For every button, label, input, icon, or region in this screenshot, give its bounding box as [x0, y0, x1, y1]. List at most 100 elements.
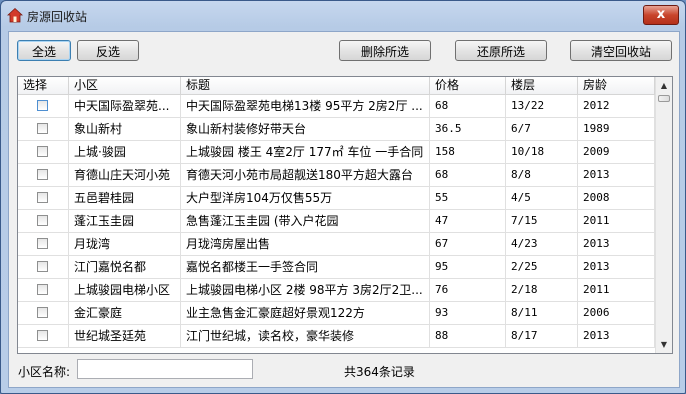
invert-selection-button[interactable]: 反选	[77, 40, 139, 61]
select-cell[interactable]	[18, 141, 69, 163]
scroll-up-icon[interactable]: ▲	[656, 77, 672, 94]
select-cell[interactable]	[18, 256, 69, 278]
cell-community: 江门嘉悦名都	[69, 256, 181, 278]
select-cell[interactable]	[18, 302, 69, 324]
cell-age: 2013	[578, 233, 655, 255]
column-header-age[interactable]: 房龄	[578, 77, 655, 94]
title-bar[interactable]: 房源回收站 x	[1, 1, 685, 29]
window-title: 房源回收站	[27, 10, 88, 24]
delete-selected-button[interactable]: 删除所选	[339, 40, 431, 61]
cell-floor: 2/18	[506, 279, 578, 301]
cell-floor: 2/25	[506, 256, 578, 278]
cell-age: 2006	[578, 302, 655, 324]
cell-price: 68	[430, 164, 506, 186]
row-checkbox[interactable]	[37, 261, 48, 272]
cell-age: 2013	[578, 164, 655, 186]
cell-floor: 8/11	[506, 302, 578, 324]
close-icon: x	[656, 7, 666, 22]
cell-floor: 13/22	[506, 95, 578, 117]
client-area: 全选 反选 删除所选 还原所选 清空回收站 选择 小区 标题 价格 楼层 房龄 …	[8, 31, 680, 388]
cell-community: 金汇豪庭	[69, 302, 181, 324]
select-cell[interactable]	[18, 325, 69, 347]
select-cell[interactable]	[18, 118, 69, 140]
row-checkbox[interactable]	[37, 100, 48, 111]
grid-header: 选择 小区 标题 价格 楼层 房龄	[18, 77, 655, 95]
restore-selected-button[interactable]: 还原所选	[455, 40, 547, 61]
row-checkbox[interactable]	[37, 123, 48, 134]
cell-community: 象山新村	[69, 118, 181, 140]
community-search-label: 小区名称:	[18, 365, 71, 379]
table-row[interactable]: 世纪城圣廷苑 江门世纪城，读名校，豪华装修 88 8/17 2013	[18, 325, 655, 348]
scroll-down-icon[interactable]: ▼	[656, 336, 672, 353]
column-header-floor[interactable]: 楼层	[506, 77, 578, 94]
row-checkbox[interactable]	[37, 192, 48, 203]
cell-age: 2009	[578, 141, 655, 163]
column-header-community[interactable]: 小区	[69, 77, 181, 94]
table-row[interactable]: 金汇豪庭 业主急售金汇豪庭超好景观122方 93 8/11 2006	[18, 302, 655, 325]
cell-community: 五邑碧桂园	[69, 187, 181, 209]
vertical-scrollbar[interactable]: ▲ ▼	[655, 77, 672, 353]
table-row[interactable]: 江门嘉悦名都 嘉悦名都楼王一手签合同 95 2/25 2013	[18, 256, 655, 279]
select-cell[interactable]	[18, 187, 69, 209]
row-checkbox[interactable]	[37, 146, 48, 157]
house-list-grid[interactable]: 选择 小区 标题 价格 楼层 房龄 中天国际盈翠苑... 中天国际盈翠苑电梯13楼…	[17, 76, 673, 354]
cell-floor: 4/5	[506, 187, 578, 209]
cell-community: 月珑湾	[69, 233, 181, 255]
row-checkbox[interactable]	[37, 284, 48, 295]
row-checkbox[interactable]	[37, 215, 48, 226]
cell-price: 67	[430, 233, 506, 255]
cell-price: 36.5	[430, 118, 506, 140]
table-row[interactable]: 月珑湾 月珑湾房屋出售 67 4/23 2013	[18, 233, 655, 256]
column-header-price[interactable]: 价格	[430, 77, 506, 94]
table-row[interactable]: 中天国际盈翠苑... 中天国际盈翠苑电梯13楼 95平方 2房2厅 ... 68 13…	[18, 95, 655, 118]
cell-floor: 6/7	[506, 118, 578, 140]
cell-title: 月珑湾房屋出售	[181, 233, 430, 255]
cell-price: 95	[430, 256, 506, 278]
cell-price: 68	[430, 95, 506, 117]
scroll-thumb[interactable]	[658, 95, 670, 102]
column-header-select[interactable]: 选择	[18, 77, 69, 94]
cell-age: 2012	[578, 95, 655, 117]
cell-age: 2011	[578, 210, 655, 232]
cell-community: 育德山庄天河小苑	[69, 164, 181, 186]
select-cell[interactable]	[18, 164, 69, 186]
select-cell[interactable]	[18, 279, 69, 301]
cell-community: 上城骏园电梯小区	[69, 279, 181, 301]
close-button[interactable]: x	[643, 5, 679, 25]
row-checkbox[interactable]	[37, 238, 48, 249]
cell-title: 象山新村装修好带天台	[181, 118, 430, 140]
cell-title: 业主急售金汇豪庭超好景观122方	[181, 302, 430, 324]
cell-age: 2013	[578, 256, 655, 278]
table-row[interactable]: 蓬江玉圭园 急售蓬江玉圭园 (带入户花园 47 7/15 2011	[18, 210, 655, 233]
main-window: 房源回收站 x 全选 反选 删除所选 还原所选 清空回收站 选择 小区 标题 价…	[0, 0, 686, 394]
cell-age: 2008	[578, 187, 655, 209]
table-row[interactable]: 象山新村 象山新村装修好带天台 36.5 6/7 1989	[18, 118, 655, 141]
community-search-input[interactable]	[77, 359, 253, 379]
cell-floor: 8/8	[506, 164, 578, 186]
cell-price: 158	[430, 141, 506, 163]
select-all-button[interactable]: 全选	[17, 40, 71, 61]
row-checkbox[interactable]	[37, 330, 48, 341]
cell-floor: 8/17	[506, 325, 578, 347]
table-row[interactable]: 育德山庄天河小苑 育德天河小苑市局超靓送180平方超大露台 68 8/8 2013	[18, 164, 655, 187]
house-icon	[7, 7, 23, 23]
cell-community: 世纪城圣廷苑	[69, 325, 181, 347]
row-checkbox[interactable]	[37, 307, 48, 318]
row-checkbox[interactable]	[37, 169, 48, 180]
select-cell[interactable]	[18, 233, 69, 255]
column-header-title[interactable]: 标题	[181, 77, 430, 94]
select-cell[interactable]	[18, 95, 69, 117]
empty-bin-button[interactable]: 清空回收站	[570, 40, 672, 61]
cell-title: 上城骏园电梯小区 2楼 98平方 3房2厅2卫...	[181, 279, 430, 301]
table-row[interactable]: 上城·骏园 上城骏园 楼王 4室2厅 177㎡ 车位 一手合同 158 10/18 20…	[18, 141, 655, 164]
table-row[interactable]: 五邑碧桂园 大户型洋房104万仅售55万 55 4/5 2008	[18, 187, 655, 210]
cell-community: 蓬江玉圭园	[69, 210, 181, 232]
cell-community: 中天国际盈翠苑...	[69, 95, 181, 117]
cell-age: 2011	[578, 279, 655, 301]
cell-price: 88	[430, 325, 506, 347]
cell-title: 大户型洋房104万仅售55万	[181, 187, 430, 209]
cell-age: 1989	[578, 118, 655, 140]
cell-title: 江门世纪城，读名校，豪华装修	[181, 325, 430, 347]
select-cell[interactable]	[18, 210, 69, 232]
table-row[interactable]: 上城骏园电梯小区 上城骏园电梯小区 2楼 98平方 3房2厅2卫... 76 2/18…	[18, 279, 655, 302]
